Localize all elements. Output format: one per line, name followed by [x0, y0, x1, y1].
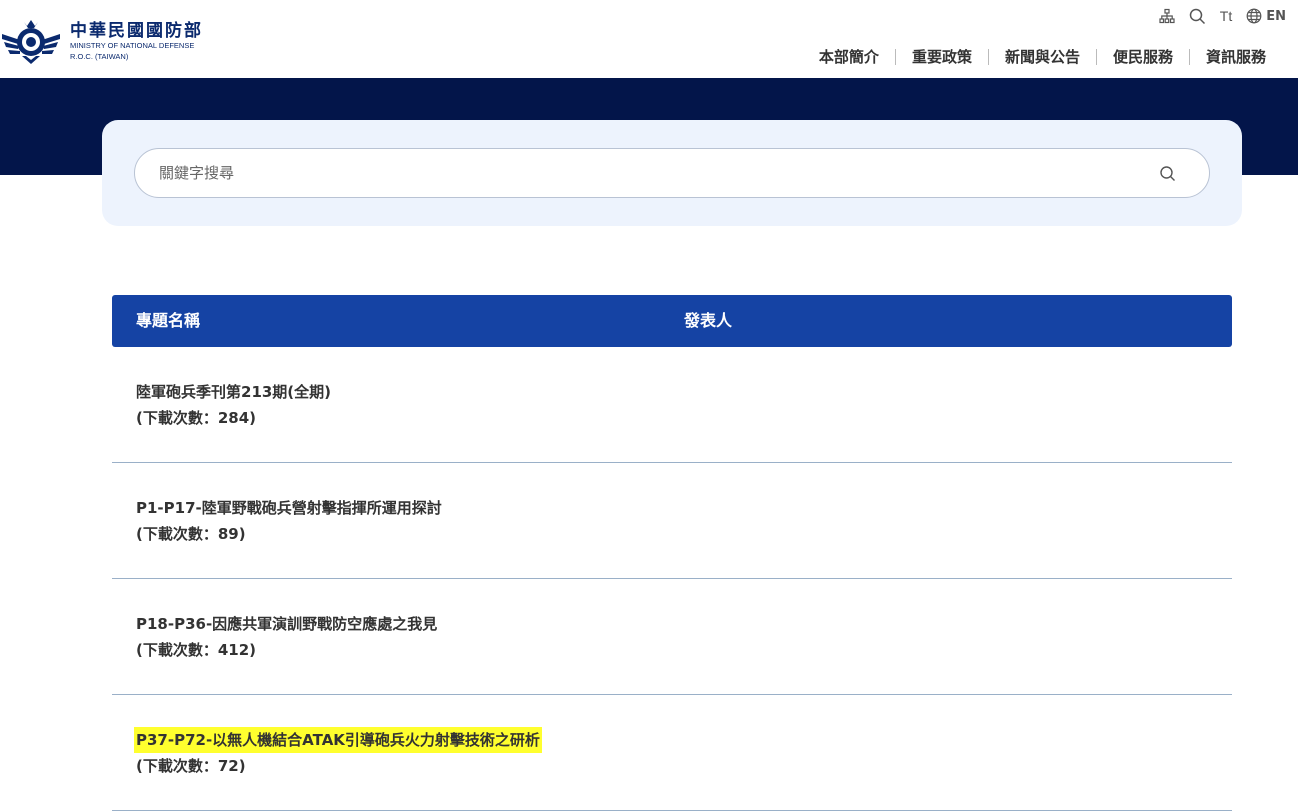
topic-link[interactable]: P18-P36-因應共軍演訓野戰防空應處之我見 — [136, 611, 437, 637]
table-row: P37-P72-以無人機結合ATAK引導砲兵火力射擊技術之研析 (下載次數：72… — [112, 695, 1232, 811]
table-row: P1-P17-陸軍野戰砲兵營射擊指揮所運用探討 (下載次數：89) — [112, 463, 1232, 579]
brand-en-line1: MINISTRY OF NATIONAL DEFENSE — [70, 41, 195, 50]
table-row: 陸軍砲兵季刊第213期(全期) (下載次數：284) — [112, 347, 1232, 463]
utility-bar: Tt EN — [1159, 6, 1286, 26]
column-header-title: 專題名稱 — [136, 311, 201, 330]
topic-table: 專題名稱 發表人 陸軍砲兵季刊第213期(全期) (下載次數：284) P1-P… — [112, 295, 1232, 811]
table-row: P18-P36-因應共軍演訓野戰防空應處之我見 (下載次數：412) — [112, 579, 1232, 695]
language-label: EN — [1266, 8, 1286, 24]
title-cell: P37-P72-以無人機結合ATAK引導砲兵火力射擊技術之研析 (下載次數：72… — [134, 727, 542, 779]
sitemap-icon[interactable] — [1159, 8, 1175, 24]
title-cell: 陸軍砲兵季刊第213期(全期) (下載次數：284) — [136, 379, 331, 431]
brand-name-en: MINISTRY OF NATIONAL DEFENSE R.O.C. (TAI… — [70, 40, 194, 62]
nav-item-about[interactable]: 本部簡介 — [803, 49, 896, 65]
search-input[interactable] — [159, 149, 1139, 197]
site-header: 中華民國國防部 MINISTRY OF NATIONAL DEFENSE R.O… — [0, 0, 1298, 78]
column-header-author: 發表人 — [684, 311, 733, 330]
download-count: (下載次數：89) — [136, 525, 246, 543]
globe-icon — [1246, 8, 1262, 24]
language-switch[interactable]: EN — [1246, 8, 1286, 24]
table-header: 專題名稱 發表人 — [112, 295, 1232, 347]
search-icon[interactable] — [1189, 8, 1206, 25]
search-box — [134, 148, 1210, 198]
title-cell: P1-P17-陸軍野戰砲兵營射擊指揮所運用探討 (下載次數：89) — [136, 495, 442, 547]
download-count: (下載次數：412) — [136, 641, 257, 659]
topic-link[interactable]: 陸軍砲兵季刊第213期(全期) — [136, 379, 331, 405]
ministry-emblem-logo[interactable] — [0, 12, 62, 66]
brand-en-line2: R.O.C. (TAIWAN) — [70, 52, 129, 61]
nav-item-policy[interactable]: 重要政策 — [896, 49, 989, 65]
topic-link[interactable]: P1-P17-陸軍野戰砲兵營射擊指揮所運用探討 — [136, 495, 442, 521]
title-cell: P18-P36-因應共軍演訓野戰防空應處之我見 (下載次數：412) — [136, 611, 437, 663]
download-count: (下載次數：72) — [136, 757, 246, 775]
main-nav: 本部簡介 重要政策 新聞與公告 便民服務 資訊服務 — [803, 47, 1266, 67]
topic-link-highlighted[interactable]: P37-P72-以無人機結合ATAK引導砲兵火力射擊技術之研析 — [134, 727, 542, 753]
search-submit-icon[interactable] — [1159, 165, 1177, 183]
nav-item-news[interactable]: 新聞與公告 — [989, 49, 1097, 65]
search-card — [102, 120, 1242, 226]
brand-name-zh[interactable]: 中華民國國防部 — [70, 16, 203, 41]
nav-item-services[interactable]: 便民服務 — [1097, 49, 1190, 65]
font-size-toggle[interactable]: Tt — [1220, 8, 1232, 24]
download-count: (下載次數：284) — [136, 409, 257, 427]
nav-item-info[interactable]: 資訊服務 — [1190, 49, 1266, 65]
